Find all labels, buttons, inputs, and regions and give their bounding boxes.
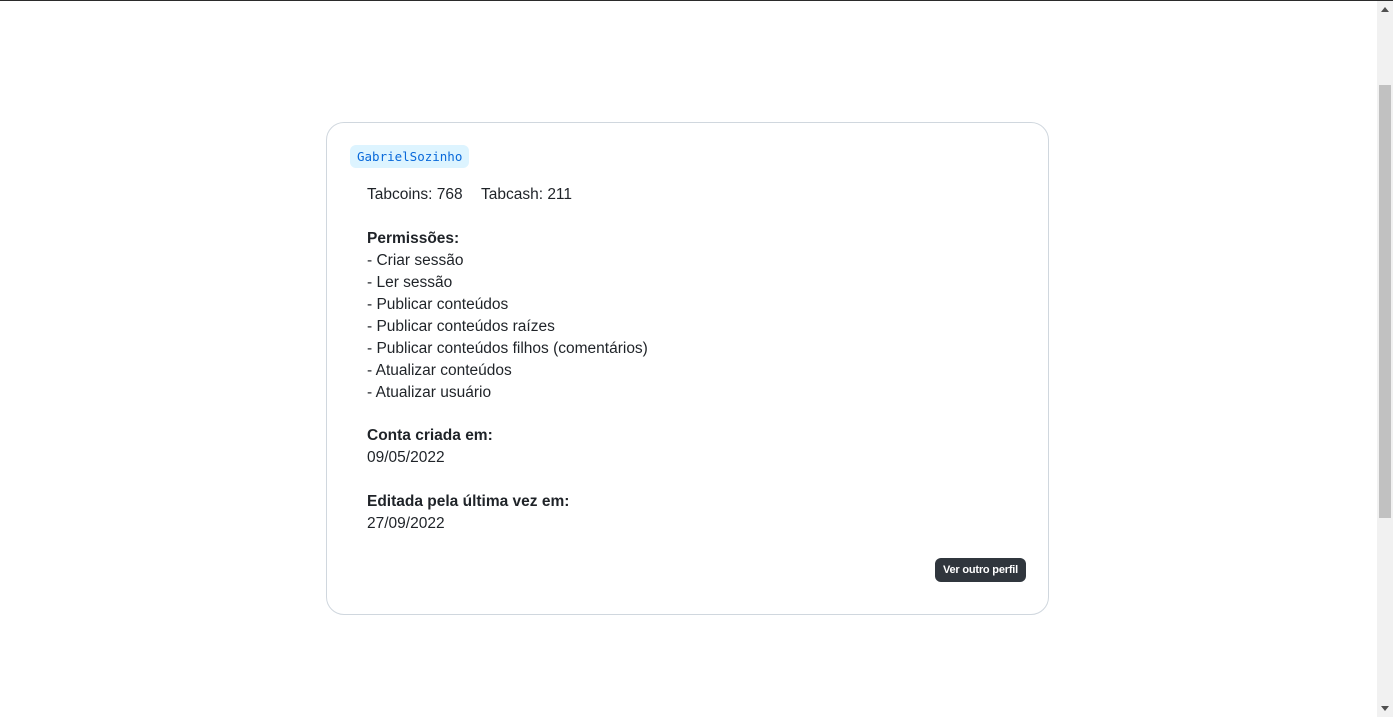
- created-date: 09/05/2022: [367, 449, 445, 466]
- balance-row: Tabcoins: 768 Tabcash: 211: [367, 184, 1007, 206]
- permission-item: - Publicar conteúdos raízes: [367, 318, 555, 335]
- permissions-title: Permissões:: [367, 230, 460, 247]
- scroll-down-arrow-icon[interactable]: [1381, 706, 1389, 711]
- edited-title: Editada pela última vez em:: [367, 493, 570, 510]
- profile-details: Tabcoins: 768 Tabcash: 211 Permissões: -…: [367, 184, 1007, 535]
- edited-date: 27/09/2022: [367, 515, 445, 532]
- view-other-profile-button[interactable]: Ver outro perfil: [934, 558, 1026, 582]
- scrollbar-thumb[interactable]: [1379, 85, 1391, 518]
- permission-item: - Atualizar conteúdos: [367, 362, 512, 379]
- permissions-list: - Criar sessão - Ler sessão - Publicar c…: [367, 250, 1007, 404]
- permission-item: - Atualizar usuário: [367, 384, 492, 401]
- scroll-up-arrow-icon[interactable]: [1381, 7, 1389, 12]
- permission-item: - Publicar conteúdos: [367, 296, 509, 313]
- page-content: GabrielSozinho Tabcoins: 768 Tabcash: 21…: [0, 1, 1377, 717]
- tabcoins-label: Tabcoins: 768: [367, 186, 463, 203]
- permission-item: - Criar sessão: [367, 252, 464, 269]
- permission-item: - Ler sessão: [367, 274, 453, 291]
- username-badge[interactable]: GabrielSozinho: [350, 145, 470, 168]
- tabcash-label: Tabcash: 211: [480, 186, 573, 203]
- vertical-scrollbar[interactable]: [1377, 1, 1393, 717]
- created-title: Conta criada em:: [367, 427, 493, 444]
- permission-item: - Publicar conteúdos filhos (comentários…: [367, 340, 648, 357]
- profile-card: GabrielSozinho Tabcoins: 768 Tabcash: 21…: [326, 122, 1049, 615]
